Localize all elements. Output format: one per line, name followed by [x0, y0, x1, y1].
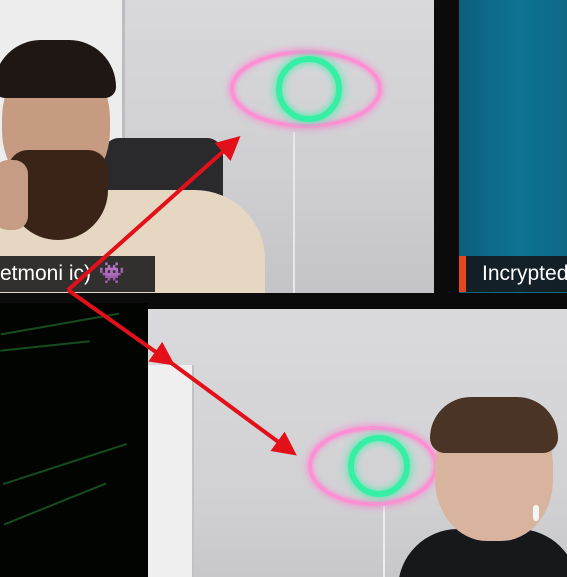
neon-eye-iris	[348, 435, 410, 497]
participant-hand	[0, 160, 28, 230]
participant-hair	[430, 397, 558, 453]
video-tile-top-right[interactable]	[459, 0, 567, 293]
light-streak	[0, 312, 120, 336]
participant-name-suffix: ic)	[68, 262, 92, 285]
light-streak	[2, 442, 128, 486]
neon-cable	[383, 504, 385, 577]
alien-monster-icon: 👾	[98, 262, 126, 285]
neon-eye-sign	[308, 426, 438, 506]
whiteboard	[148, 365, 194, 577]
earbud	[533, 505, 539, 521]
light-streak	[3, 482, 107, 526]
name-tag-accent-bar	[459, 256, 466, 292]
participant-name-tag-right: Incrypted	[459, 256, 567, 292]
neon-eye-sign	[230, 50, 382, 128]
neon-eye-iris	[276, 56, 342, 122]
video-tile-bottom-left[interactable]	[0, 303, 148, 577]
light-streak	[0, 340, 90, 352]
participant-name-tag: etmoni ic) 👾	[0, 256, 155, 292]
participant-name: etmoni	[0, 262, 64, 285]
neon-cable	[293, 132, 295, 293]
video-tile-bottom-main[interactable]	[148, 309, 567, 577]
video-tile-top-left[interactable]	[0, 0, 434, 293]
participant-name-right: Incrypted	[482, 262, 567, 285]
